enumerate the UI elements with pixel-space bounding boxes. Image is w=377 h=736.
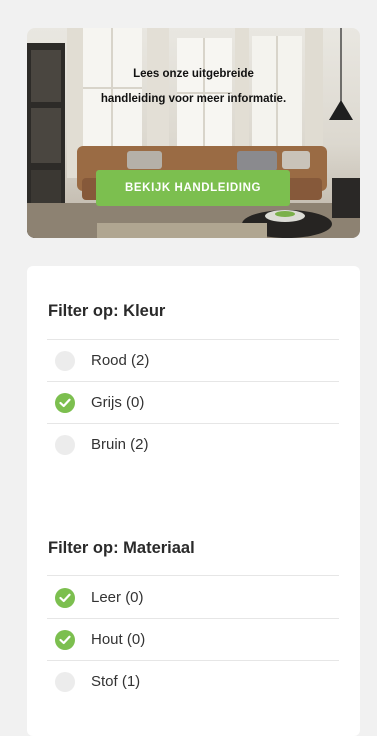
filter-materiaal-title: Filter op: Materiaal [48,539,195,557]
filter-option-rood[interactable]: Rood (2) [47,340,339,381]
option-label: Hout (0) [91,631,146,648]
checkmark-icon[interactable] [55,629,75,650]
promo-banner: Lees onze uitgebreide handleiding voor m… [27,28,360,238]
checkmark-icon[interactable] [55,587,75,608]
banner-text: Lees onze uitgebreide handleiding voor m… [27,62,360,112]
filter-kleur-title: Filter op: Kleur [48,302,166,320]
filter-option-hout[interactable]: Hout (0) [47,619,339,660]
bekijk-handleiding-button[interactable]: BEKIJK HANDLEIDING [96,170,290,206]
option-label: Bruin (2) [91,436,149,453]
checkbox-unchecked[interactable] [55,434,75,455]
banner-line-2: handleiding voor meer informatie. [100,93,287,105]
checkmark-icon[interactable] [55,392,75,413]
option-label: Leer (0) [91,589,144,606]
filter-option-grijs[interactable]: Grijs (0) [47,382,339,423]
option-label: Stof (1) [91,673,141,690]
checkbox-unchecked[interactable] [55,671,75,692]
option-label: Rood (2) [91,352,150,369]
filter-option-leer[interactable]: Leer (0) [47,577,339,618]
filter-option-bruin[interactable]: Bruin (2) [47,424,339,465]
filter-option-stof[interactable]: Stof (1) [47,661,339,702]
living-room-illustration [27,28,360,238]
filter-panel: Filter op: Kleur Rood (2) Grijs (0) Brui… [27,266,360,736]
banner-line-1: Lees onze uitgebreide [133,68,254,80]
checkbox-unchecked[interactable] [55,350,75,371]
option-label: Grijs (0) [91,394,145,411]
divider [47,575,339,576]
